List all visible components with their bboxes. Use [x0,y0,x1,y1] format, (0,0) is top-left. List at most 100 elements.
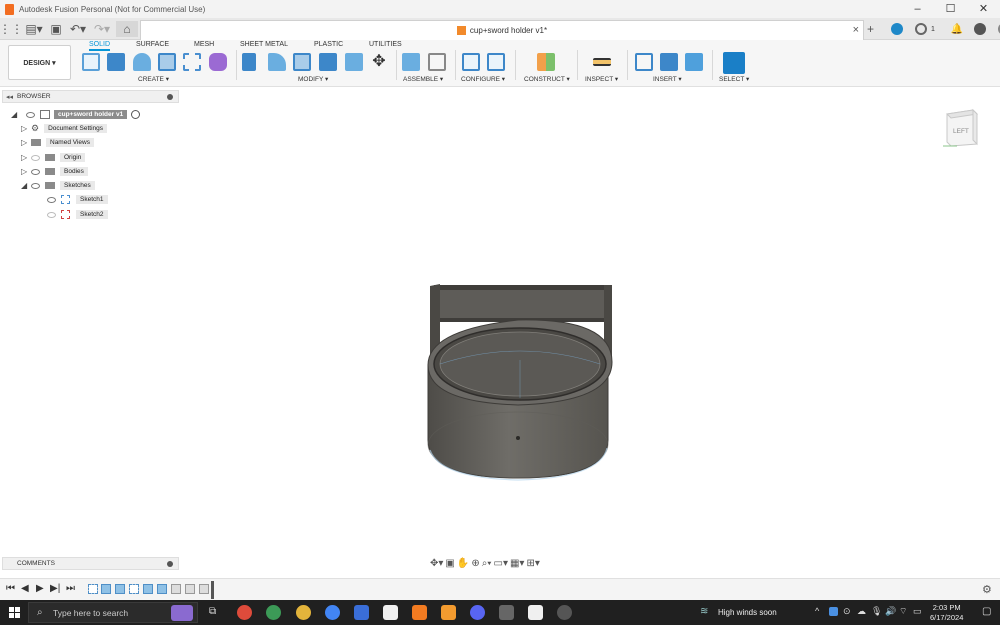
timeline-feature[interactable] [185,584,195,594]
taskbar-search[interactable]: ⌕ Type here to search [28,602,198,623]
select-icon[interactable] [723,52,745,74]
visibility-eye-icon[interactable] [31,182,40,189]
app-grid-icon[interactable]: ⋮⋮ [0,21,23,37]
tab-plastic[interactable]: PLASTIC [314,41,343,48]
offset-plane-icon[interactable] [537,53,555,71]
extrude-icon[interactable] [107,53,125,71]
cup-sword-holder-body[interactable] [427,284,613,481]
configure-table-icon[interactable] [462,53,480,71]
insert-derive-icon[interactable] [635,53,653,71]
new-tab-icon[interactable]: + [867,23,879,35]
insert-mesh-icon[interactable] [660,53,678,71]
weather-icon[interactable]: ≋ [700,606,708,617]
pattern-icon[interactable] [183,53,201,71]
browser-panel-header[interactable]: ◂◂ BROWSER [2,90,179,103]
clock[interactable]: 2:03 PM 6/17/2024 [930,603,963,623]
configure-menu[interactable]: CONFIGURE ▾ [461,75,505,83]
timeline-feature[interactable] [157,584,167,594]
collapse-icon[interactable]: ◂◂ [6,93,13,101]
split-body-icon[interactable] [345,53,363,71]
pan-icon[interactable]: ✋ [457,558,469,569]
collapse-triangle-icon[interactable]: ◢ [21,181,31,190]
tab-solid[interactable]: SOLID [89,41,111,51]
job-status-icon[interactable] [915,23,927,35]
fit-icon[interactable]: ⌕▾ [482,558,492,569]
construct-menu[interactable]: CONSTRUCT ▾ [524,75,570,83]
close-tab-icon[interactable]: × [853,24,859,36]
timeline-feature[interactable] [199,584,209,594]
inspect-menu[interactable]: INSPECT ▾ [585,75,618,83]
measure-icon[interactable] [593,58,611,66]
browser-item-named-views[interactable]: ▷ Named Views [21,137,94,148]
tab-sheet-metal[interactable]: SHEET METAL [240,41,288,48]
network-icon[interactable]: ☁ [857,606,866,617]
pin-icon[interactable] [167,93,173,100]
configure-theme-icon[interactable] [487,53,505,71]
document-tab[interactable]: cup+sword holder v1* × [140,20,864,40]
timeline-marker[interactable] [211,581,214,599]
app-icon[interactable] [441,605,456,620]
timeline-feature[interactable] [143,584,153,594]
file-menu-icon[interactable]: ▤▾ [24,21,44,37]
tray-app-icon[interactable]: ⊙ [843,606,851,617]
viewports-icon[interactable]: ⊞▾ [526,558,539,569]
zoom-icon[interactable]: ⊕ [471,558,479,569]
assemble-menu[interactable]: ASSEMBLE ▾ [403,75,443,83]
hole-icon[interactable] [158,53,176,71]
battery-icon[interactable]: ▭ [913,606,922,617]
discord-icon[interactable] [470,605,485,620]
home-icon[interactable]: ⌂ [116,21,138,37]
browser-item-origin[interactable]: ▷ Origin [21,152,86,163]
save-icon[interactable]: ▣ [50,21,62,37]
model-canvas[interactable] [0,88,1000,556]
look-at-icon[interactable]: ▣ [445,558,454,569]
notifications-center-icon[interactable]: ▢ [982,606,991,617]
form-icon[interactable] [209,53,227,71]
select-menu[interactable]: SELECT ▾ [719,75,749,83]
tab-mesh[interactable]: MESH [194,41,214,48]
browser-root[interactable]: ◢ cup+sword holder v1 [11,109,141,120]
tab-utilities[interactable]: UTILITIES [369,41,402,48]
fillet-icon[interactable] [268,53,286,71]
timeline-feature[interactable] [88,584,98,594]
expand-triangle-icon[interactable]: ▷ [21,167,31,176]
viewcube-face-label[interactable]: LEFT [953,128,969,135]
timeline-feature[interactable] [115,584,125,594]
chrome-icon[interactable] [325,605,340,620]
shell-icon[interactable] [293,53,311,71]
viewcube[interactable]: LEFT [943,108,979,147]
extensions-icon[interactable] [891,23,903,35]
timeline-settings-icon[interactable]: ⚙ [982,583,992,596]
play-icon[interactable]: ▶ [36,583,44,594]
browser-item-sketch1[interactable]: Sketch1 [47,194,108,205]
insert-image-icon[interactable] [685,53,703,71]
step-forward-icon[interactable]: ▶| [50,583,60,594]
add-comment-icon[interactable] [167,560,173,567]
browser-item-sketch2[interactable]: Sketch2 [47,209,108,220]
close-icon[interactable]: ✕ [967,0,1000,18]
browser-item-bodies[interactable]: ▷ Bodies [21,166,88,177]
new-component-icon[interactable] [402,53,420,71]
minimize-icon[interactable]: – [901,0,934,18]
collapse-triangle-icon[interactable]: ◢ [11,110,21,119]
visibility-eye-icon[interactable] [47,211,56,218]
chrome-icon[interactable] [296,605,311,620]
timeline-feature[interactable] [101,584,111,594]
go-to-start-icon[interactable]: ⏮ [6,583,15,594]
canvas-viewport[interactable] [0,88,1000,556]
timeline-feature[interactable] [171,584,181,594]
expand-triangle-icon[interactable]: ▷ [21,124,31,133]
microphone-icon[interactable]: 🎙 [871,606,882,617]
modify-menu[interactable]: MODIFY ▾ [298,75,328,83]
volume-icon[interactable]: 🔊 [885,606,896,617]
capcut-icon[interactable] [383,605,398,620]
weather-text[interactable]: High winds soon [718,608,777,617]
go-to-end-icon[interactable]: ⏭ [66,583,75,594]
visibility-eye-icon[interactable] [47,196,56,203]
browser-item-document-settings[interactable]: ▷ ⚙ Document Settings [21,123,107,134]
expand-triangle-icon[interactable]: ▷ [21,138,31,147]
insert-menu[interactable]: INSERT ▾ [653,75,682,83]
tray-app-icon[interactable] [829,607,838,616]
task-view-icon[interactable]: ⧉ [209,606,216,617]
display-settings-icon[interactable]: ▭▾ [494,558,508,569]
